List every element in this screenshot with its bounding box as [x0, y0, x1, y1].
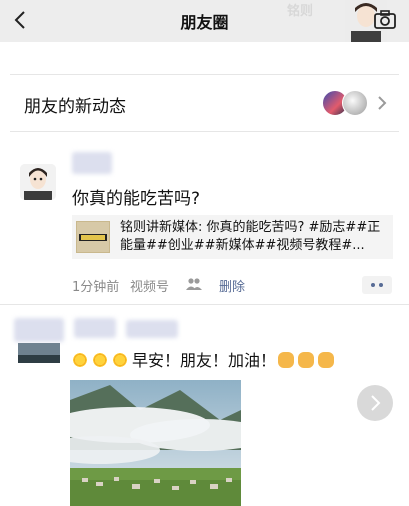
avatar[interactable] [18, 343, 60, 363]
sun-emoji-icon [112, 352, 128, 368]
update-avatars [322, 90, 372, 116]
avatar-blurred[interactable] [14, 318, 64, 342]
post-text-content: 早安！朋友！加油！ [132, 351, 277, 370]
chevron-right-icon [378, 96, 387, 110]
more-dot-icon [371, 283, 375, 287]
post-text: 你真的能吃苦吗? [72, 189, 201, 209]
fist-emoji-icon [278, 352, 295, 368]
next-button[interactable] [357, 385, 393, 421]
sun-emoji-icon [92, 352, 108, 368]
fist-emoji-icon [298, 352, 315, 368]
visibility-icon[interactable] [186, 277, 202, 291]
friends-updates-entry[interactable]: 朋友的新动态 [0, 75, 409, 131]
top-bar: 铭则 朋友圈 [0, 0, 409, 42]
friends-updates-label: 朋友的新动态 [24, 97, 126, 117]
shared-link-card[interactable]: 铭则讲新媒体: 你真的能吃苦吗? #励志##正能量##创业##新媒体##视频号教… [72, 215, 393, 259]
post-time: 1分钟前 [72, 280, 120, 295]
divider [0, 304, 409, 305]
more-button[interactable] [362, 276, 392, 294]
divider [10, 131, 399, 132]
post-text: 早安！朋友！加油！ [72, 347, 338, 371]
username-blurred[interactable] [72, 152, 112, 174]
username-blurred[interactable] [74, 318, 116, 338]
sun-emoji-icon [72, 352, 88, 368]
share-text: 铭则讲新媒体: 你真的能吃苦吗? #励志##正能量##创业##新媒体##视频号教… [120, 220, 381, 253]
chevron-right-icon [371, 395, 381, 411]
username-blurred[interactable] [126, 320, 178, 338]
post-source[interactable]: 视频号 [130, 276, 169, 295]
share-thumbnail [76, 221, 110, 253]
camera-icon[interactable] [373, 9, 397, 31]
avatar[interactable] [20, 164, 56, 200]
more-dot-icon [379, 283, 383, 287]
delete-link[interactable]: 删除 [219, 276, 245, 295]
post-photo[interactable] [70, 380, 241, 506]
fist-emoji-icon [318, 352, 335, 368]
update-avatar [342, 90, 368, 116]
